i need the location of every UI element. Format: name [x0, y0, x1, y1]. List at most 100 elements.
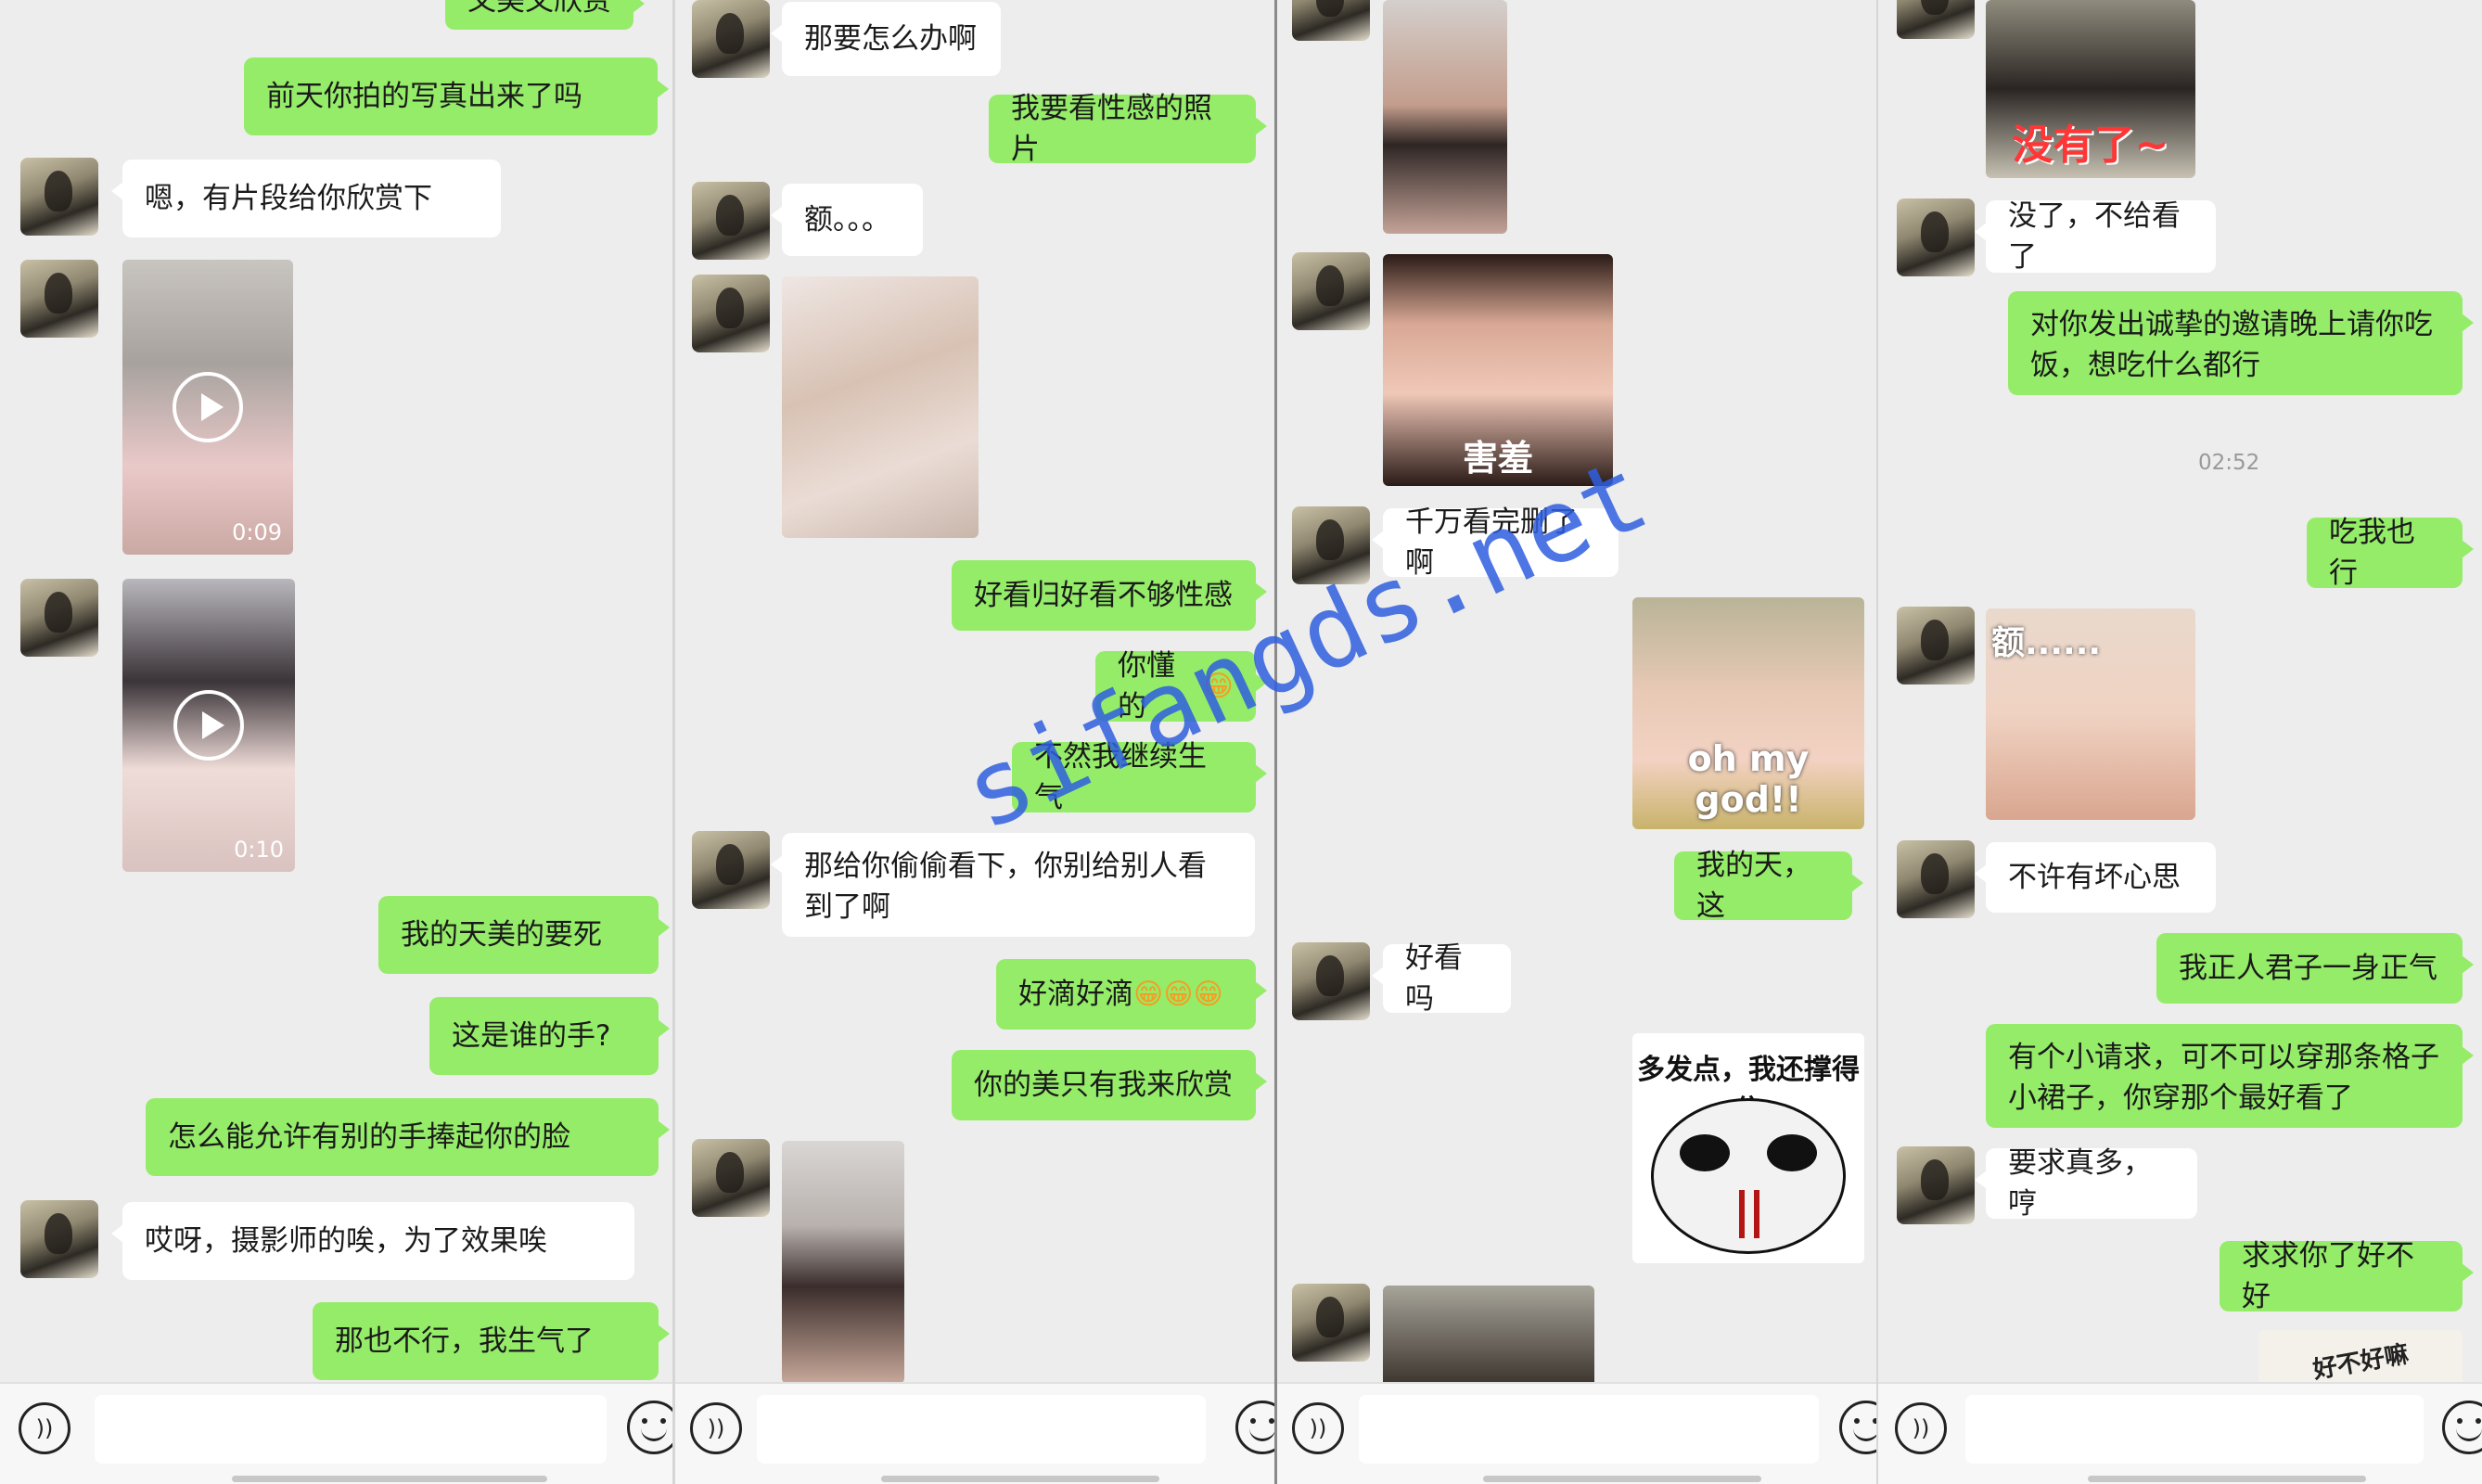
message-bubble-outgoing[interactable]: 不然我继续生气: [1012, 740, 1267, 814]
message-bubble-incoming[interactable]: 那要怎么办啊: [771, 2, 1001, 76]
contact-avatar[interactable]: [1897, 840, 1975, 918]
home-indicator: [2088, 1476, 2366, 1482]
photo-message[interactable]: [782, 276, 979, 538]
sticker-message[interactable]: 额......: [1986, 608, 2195, 820]
message-bubble-outgoing[interactable]: 我正人君子一身正气: [2156, 933, 2474, 1004]
voice-input-icon[interactable]: )): [1292, 1402, 1344, 1454]
chat-panel-3: 害羞 千万看完删了啊 oh my god!! 我的天，这 好看吗 多发点，我还撑…: [1277, 0, 1876, 1484]
chat-panel-4: 没有了~ 没了，不给看了 对你发出诚挚的邀请晚上请你吃饭，想吃什么都行 02:5…: [1878, 0, 2482, 1484]
message-text: 你懂的: [1118, 649, 1175, 723]
grin-emoji-icon: 😁: [1163, 978, 1194, 1011]
contact-avatar[interactable]: [20, 260, 98, 338]
contact-avatar[interactable]: [1292, 252, 1370, 330]
message-bubble-outgoing[interactable]: 对你发出诚挚的邀请晚上请你吃饭，想吃什么都行: [2008, 291, 2474, 395]
contact-avatar[interactable]: [1897, 0, 1975, 39]
chat-panel-2: 那要怎么办啊 我要看性感的照片 额。。。 好看归好看不够性感 你懂的 😁 不然我继…: [675, 0, 1274, 1484]
contact-avatar[interactable]: [20, 158, 98, 236]
message-bubble-incoming[interactable]: 额。。。: [771, 184, 923, 256]
voice-input-icon[interactable]: )): [690, 1402, 742, 1454]
message-bubble-outgoing[interactable]: 我的天美的要死: [378, 896, 670, 974]
message-bubble-incoming[interactable]: 千万看完删了啊: [1372, 505, 1618, 580]
message-bubble-outgoing[interactable]: 这是谁的手?: [429, 997, 670, 1075]
contact-avatar[interactable]: [692, 831, 770, 909]
contact-avatar[interactable]: [692, 0, 770, 78]
play-icon[interactable]: [173, 372, 243, 442]
message-timestamp: 02:52: [2198, 451, 2260, 475]
sticker-caption: 好不好嘛: [2310, 1340, 2412, 1385]
message-bubble-outgoing[interactable]: 你懂的 😁: [1095, 649, 1267, 723]
emoji-icon[interactable]: [627, 1401, 673, 1454]
photo-message[interactable]: [782, 1141, 904, 1384]
contact-avatar[interactable]: [20, 1200, 98, 1278]
message-text: 好滴好滴: [1018, 978, 1133, 1011]
message-bubble-outgoing[interactable]: 我的天，这: [1674, 849, 1863, 923]
contact-avatar[interactable]: [1292, 1284, 1370, 1362]
grin-emoji-icon: 😁: [1193, 978, 1223, 1011]
input-bar: )): [0, 1382, 673, 1484]
input-bar: )): [1878, 1382, 2482, 1484]
message-bubble-outgoing[interactable]: 前天你拍的写真出来了吗: [244, 58, 669, 135]
chat-panel-1: 又美又欣赏 前天你拍的写真出来了吗 嗯，有片段给你欣赏下 0:09 0:10 我…: [0, 0, 673, 1484]
panda-face-icon: [1651, 1098, 1846, 1254]
message-bubble-outgoing[interactable]: 有个小请求，可不可以穿那条格子小裙子，你穿那个最好看了: [1986, 1024, 2474, 1128]
video-message[interactable]: 0:10: [122, 579, 295, 872]
home-indicator: [232, 1476, 547, 1482]
sticker-message[interactable]: 害羞: [1383, 254, 1613, 486]
message-bubble-outgoing[interactable]: 又美又欣赏: [445, 0, 645, 30]
message-bubble-outgoing[interactable]: 怎么能允许有别的手捧起你的脸: [146, 1098, 670, 1176]
voice-input-icon[interactable]: )): [1895, 1402, 1947, 1454]
message-bubble-outgoing[interactable]: 好看归好看不够性感: [952, 560, 1267, 631]
input-bar: )): [675, 1382, 1274, 1484]
grin-emoji-icon: 😁: [1133, 978, 1164, 1011]
message-bubble-incoming[interactable]: 不许有坏心思: [1975, 842, 2216, 913]
message-input[interactable]: [1359, 1395, 1819, 1464]
message-bubble-outgoing[interactable]: 你的美只有我来欣赏: [952, 1050, 1267, 1120]
contact-avatar[interactable]: [1292, 506, 1370, 584]
message-input[interactable]: [757, 1395, 1206, 1464]
video-duration: 0:09: [232, 519, 282, 545]
emoji-icon[interactable]: [1839, 1401, 1876, 1454]
contact-avatar[interactable]: [20, 579, 98, 657]
sticker-message[interactable]: [1383, 1286, 1594, 1388]
contact-avatar[interactable]: [692, 275, 770, 352]
voice-input-icon[interactable]: )): [19, 1402, 70, 1454]
message-bubble-incoming[interactable]: 要求真多，哼: [1975, 1146, 2197, 1221]
message-input[interactable]: [1965, 1395, 2424, 1464]
sticker-message[interactable]: oh my god!!: [1632, 597, 1864, 829]
play-icon[interactable]: [173, 690, 244, 761]
sticker-caption: 害羞: [1462, 438, 1533, 479]
sticker-message[interactable]: 没有了~: [1986, 0, 2195, 178]
contact-avatar[interactable]: [1897, 198, 1975, 276]
sticker-caption: 没有了~: [2012, 122, 2169, 169]
contact-avatar[interactable]: [692, 182, 770, 260]
message-bubble-outgoing[interactable]: 好滴好滴 😁 😁 😁: [996, 959, 1267, 1030]
contact-avatar[interactable]: [1292, 0, 1370, 41]
contact-avatar[interactable]: [1292, 942, 1370, 1020]
home-indicator: [881, 1476, 1159, 1482]
message-bubble-outgoing[interactable]: 我要看性感的照片: [989, 92, 1267, 166]
video-duration: 0:10: [234, 837, 284, 863]
emoji-icon[interactable]: [1235, 1401, 1274, 1454]
input-bar: )): [1277, 1382, 1876, 1484]
message-bubble-incoming[interactable]: 哎呀，摄影师的唉，为了效果唉: [111, 1202, 634, 1280]
message-bubble-incoming[interactable]: 那给你偷偷看下，你别给别人看到了啊: [771, 833, 1255, 937]
message-input[interactable]: [95, 1395, 607, 1464]
message-bubble-outgoing[interactable]: 那也不行，我生气了: [313, 1302, 670, 1380]
message-bubble-outgoing[interactable]: 吃我也行: [2307, 516, 2474, 590]
sticker-caption: oh my god!!: [1687, 738, 1810, 820]
sticker-caption: 额......: [1991, 624, 2102, 662]
contact-avatar[interactable]: [1897, 1146, 1975, 1224]
emoji-icon[interactable]: [2442, 1401, 2482, 1454]
message-bubble-incoming[interactable]: 没了，不给看了: [1975, 199, 2216, 274]
home-indicator: [1483, 1476, 1761, 1482]
message-bubble-outgoing[interactable]: 求求你了好不好: [2220, 1239, 2474, 1313]
message-bubble-incoming[interactable]: 好看吗: [1372, 941, 1511, 1016]
video-message[interactable]: 0:09: [122, 260, 293, 555]
photo-message[interactable]: [1383, 0, 1507, 234]
grin-emoji-icon: 😁: [1203, 670, 1234, 703]
sticker-message[interactable]: 好不好嘛: [2258, 1330, 2463, 1388]
message-bubble-incoming[interactable]: 嗯，有片段给你欣赏下: [111, 160, 501, 237]
contact-avatar[interactable]: [692, 1139, 770, 1217]
sticker-message[interactable]: 多发点，我还撑得住: [1632, 1033, 1864, 1263]
contact-avatar[interactable]: [1897, 607, 1975, 684]
